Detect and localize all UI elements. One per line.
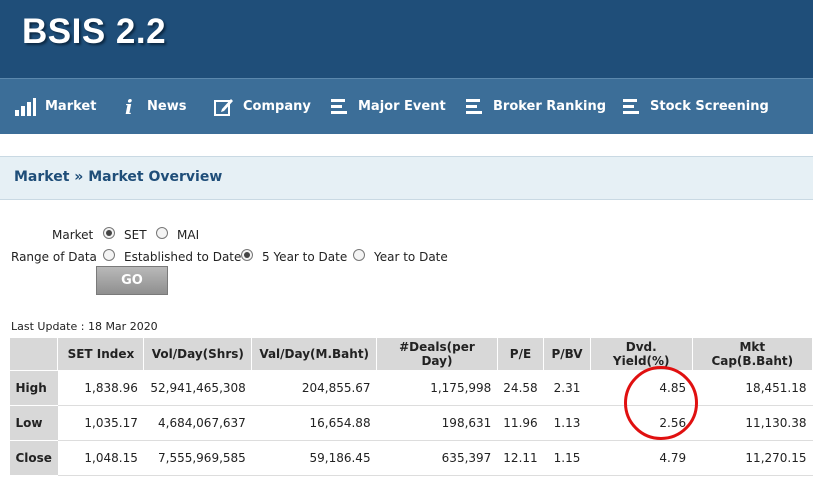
- range-option-ytd: Year to Date: [374, 250, 448, 264]
- breadcrumb-bar: Market » Market Overview: [0, 156, 813, 200]
- bar-chart-icon: [15, 97, 36, 116]
- table-cell: 24.58: [497, 370, 544, 406]
- range-option-established: Established to Date: [124, 250, 242, 264]
- table-cell: 635,397: [376, 440, 498, 476]
- market-option-mai: MAI: [177, 228, 200, 242]
- range-option-5year: 5 Year to Date: [262, 250, 348, 264]
- column-header: SET Index: [57, 337, 145, 371]
- column-header: Mkt Cap(B.Baht): [691, 337, 813, 371]
- table-cell: 1.15: [543, 440, 591, 476]
- table-cell: 11,270.15: [692, 440, 813, 476]
- range-radio-5year[interactable]: [241, 249, 253, 261]
- nav-company[interactable]: Company: [214, 79, 311, 134]
- range-radio-ytd[interactable]: [353, 249, 365, 261]
- table-row: Close 1,048.15 7,555,969,585 59,186.45 6…: [9, 440, 813, 476]
- list-icon: [623, 98, 639, 114]
- market-label: Market: [52, 228, 94, 242]
- table-cell: 16,654.88: [251, 405, 377, 441]
- nav-stock-screening[interactable]: Stock Screening: [623, 79, 769, 134]
- table-cell: 1,048.15: [57, 440, 144, 476]
- column-header: Dvd. Yield(%): [589, 337, 693, 371]
- breadcrumb: Market » Market Overview: [14, 169, 223, 185]
- nav-broker-ranking-label: Broker Ranking: [493, 99, 607, 114]
- main-nav: Market i News Company Major Event Broker…: [0, 78, 813, 134]
- annotation-circle: [624, 366, 698, 440]
- table-cell: 12.11: [497, 440, 544, 476]
- table-cell: 2.31: [543, 370, 591, 406]
- table-cell: 204,855.67: [251, 370, 377, 406]
- column-header: Vol/Day(Shrs): [143, 337, 253, 371]
- range-radio-established[interactable]: [103, 249, 115, 261]
- row-label: High: [9, 370, 58, 406]
- column-header: Val/Day(M.Baht): [251, 337, 378, 371]
- column-header: #Deals(per Day): [376, 337, 498, 371]
- column-header: [8, 337, 59, 371]
- table-cell: 11.96: [497, 405, 544, 441]
- list-icon: [466, 98, 482, 114]
- edit-icon: [214, 98, 233, 116]
- info-icon: i: [125, 97, 133, 117]
- nav-major-event[interactable]: Major Event: [331, 79, 446, 134]
- column-header: P/E: [496, 337, 545, 371]
- market-option-set: SET: [124, 228, 147, 242]
- nav-news-label: News: [147, 99, 187, 114]
- table-cell: 52,941,465,308: [143, 370, 252, 406]
- table-cell: 18,451.18: [692, 370, 813, 406]
- app-header: BSIS 2.2: [0, 0, 813, 78]
- range-label: Range of Data: [11, 250, 97, 264]
- last-update: Last Update : 18 Mar 2020: [11, 320, 158, 333]
- row-label: Close: [9, 440, 58, 476]
- nav-major-event-label: Major Event: [358, 99, 446, 114]
- table-cell: 4,684,067,637: [143, 405, 252, 441]
- table-cell: 1,175,998: [376, 370, 498, 406]
- table-cell: 1,035.17: [57, 405, 144, 441]
- nav-market[interactable]: Market: [14, 79, 96, 134]
- column-header: P/BV: [543, 337, 591, 371]
- table-cell: 4.79: [590, 440, 693, 476]
- nav-news[interactable]: i News: [122, 79, 186, 134]
- go-button[interactable]: GO: [96, 266, 168, 295]
- table-cell: 11,130.38: [692, 405, 813, 441]
- table-cell: 1.13: [543, 405, 591, 441]
- list-icon: [331, 98, 347, 114]
- nav-stock-screening-label: Stock Screening: [650, 99, 769, 114]
- table-cell: 198,631: [376, 405, 498, 441]
- svg-text:i: i: [125, 97, 133, 117]
- row-label: Low: [9, 405, 58, 441]
- table-cell: 59,186.45: [251, 440, 377, 476]
- nav-broker-ranking[interactable]: Broker Ranking: [466, 79, 606, 134]
- market-radio-mai[interactable]: [156, 227, 168, 239]
- app-logo: BSIS 2.2: [22, 12, 167, 51]
- table-header-row: SET Index Vol/Day(Shrs) Val/Day(M.Baht) …: [8, 337, 813, 371]
- table-cell: 1,838.96: [57, 370, 144, 406]
- nav-market-label: Market: [45, 99, 97, 114]
- market-radio-set[interactable]: [103, 227, 115, 239]
- nav-company-label: Company: [243, 99, 311, 114]
- table-cell: 7,555,969,585: [143, 440, 252, 476]
